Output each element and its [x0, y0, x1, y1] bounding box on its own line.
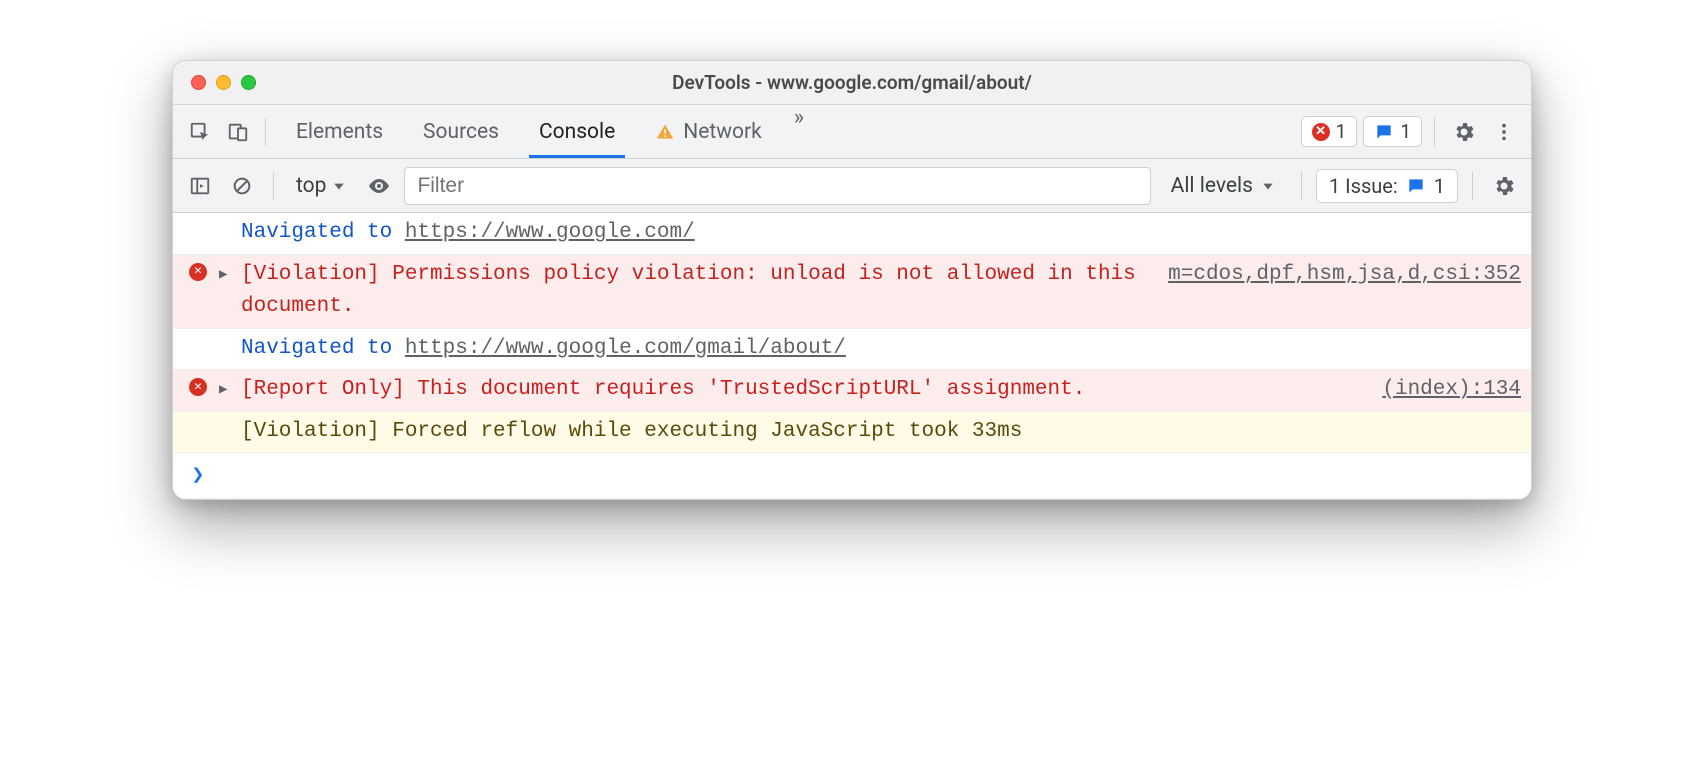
navigation-message: Navigated to https://www.google.com/gmai…	[173, 329, 1531, 371]
source-link[interactable]: (index):134	[1370, 374, 1521, 407]
issues-count-badge[interactable]: 1	[1363, 116, 1422, 147]
window-title: DevTools - www.google.com/gmail/about/	[189, 71, 1515, 94]
titlebar: DevTools - www.google.com/gmail/about/	[173, 61, 1531, 105]
settings-icon[interactable]	[1447, 115, 1481, 149]
error-icon: ✕	[189, 263, 207, 281]
console-prompt[interactable]: ❯	[173, 453, 1531, 499]
divider	[1434, 118, 1435, 146]
message-text: [Violation] Permissions policy violation…	[241, 259, 1148, 324]
tab-sources[interactable]: Sources	[403, 105, 519, 158]
nav-prefix: Navigated to	[241, 221, 405, 244]
log-levels-selector[interactable]: All levels	[1159, 174, 1287, 198]
warning-message: [Violation] Forced reflow while executin…	[173, 412, 1531, 454]
tab-elements[interactable]: Elements	[276, 105, 403, 158]
divider	[1472, 172, 1473, 200]
inspect-element-icon[interactable]	[183, 115, 217, 149]
error-count-badge[interactable]: ✕ 1	[1301, 116, 1358, 147]
tab-network[interactable]: Network	[635, 105, 782, 158]
tabbar-right: ✕ 1 1	[1301, 115, 1521, 149]
chevron-down-icon	[1261, 179, 1275, 193]
error-icon: ✕	[189, 378, 207, 396]
devtools-window: DevTools - www.google.com/gmail/about/ E…	[172, 60, 1532, 500]
device-toolbar-icon[interactable]	[221, 115, 255, 149]
divider	[273, 172, 274, 200]
source-link[interactable]: m=cdos,dpf,hsm,jsa,d,csi:352	[1156, 259, 1521, 292]
divider	[1301, 172, 1302, 200]
tab-console[interactable]: Console	[519, 105, 635, 158]
clear-console-icon[interactable]	[225, 169, 259, 203]
chevron-down-icon	[332, 179, 346, 193]
close-window-button[interactable]	[191, 75, 206, 90]
error-message: ✕ ▶ [Violation] Permissions policy viola…	[173, 255, 1531, 329]
maximize-window-button[interactable]	[241, 75, 256, 90]
message-text: [Violation] Forced reflow while executin…	[241, 416, 1521, 449]
main-tabbar: Elements Sources Console Network » ✕ 1 1	[173, 105, 1531, 159]
issue-icon	[1406, 176, 1426, 196]
expand-toggle[interactable]: ▶	[219, 374, 233, 402]
nav-url[interactable]: https://www.google.com/gmail/about/	[405, 337, 846, 360]
console-messages: Navigated to https://www.google.com/ ✕ ▶…	[173, 213, 1531, 499]
issue-icon	[1374, 122, 1394, 142]
nav-url[interactable]: https://www.google.com/	[405, 221, 695, 244]
issues-button[interactable]: 1 Issue: 1	[1316, 169, 1458, 203]
warning-icon	[655, 122, 675, 142]
error-message: ✕ ▶ [Report Only] This document requires…	[173, 370, 1531, 412]
divider	[265, 118, 266, 146]
minimize-window-button[interactable]	[216, 75, 231, 90]
error-icon: ✕	[1312, 123, 1330, 141]
console-settings-icon[interactable]	[1487, 169, 1521, 203]
console-toolbar: top All levels 1 Issue: 1	[173, 159, 1531, 213]
panel-tabs: Elements Sources Console Network »	[276, 105, 816, 158]
prompt-caret-icon: ❯	[185, 457, 211, 494]
filter-input[interactable]	[404, 167, 1150, 205]
expand-toggle[interactable]: ▶	[219, 259, 233, 287]
kebab-menu-icon[interactable]	[1487, 115, 1521, 149]
more-tabs-button[interactable]: »	[782, 105, 816, 158]
message-text: [Report Only] This document requires 'Tr…	[241, 374, 1362, 407]
context-selector[interactable]: top	[288, 170, 354, 202]
nav-prefix: Navigated to	[241, 337, 405, 360]
traffic-lights	[191, 75, 256, 90]
navigation-message: Navigated to https://www.google.com/	[173, 213, 1531, 255]
live-expression-icon[interactable]	[362, 169, 396, 203]
toggle-sidebar-icon[interactable]	[183, 169, 217, 203]
